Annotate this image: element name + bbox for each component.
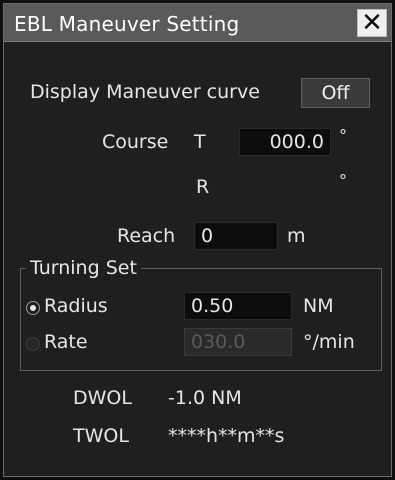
turning-set-legend: Turning Set xyxy=(26,257,141,279)
title-bar: EBL Maneuver Setting ✕ xyxy=(4,4,391,42)
radius-unit: NM xyxy=(303,295,334,317)
rate-radio[interactable] xyxy=(26,337,40,351)
reach-input[interactable]: 0 xyxy=(194,222,278,250)
radius-label[interactable]: Radius xyxy=(44,295,108,317)
course-label: Course xyxy=(102,131,169,153)
course-true-input[interactable]: 000.0 xyxy=(239,128,331,156)
dialog-title: EBL Maneuver Setting xyxy=(14,12,240,36)
radius-input[interactable]: 0.50 xyxy=(184,292,292,320)
course-true-label: T xyxy=(194,131,206,153)
dwol-value: -1.0 NM xyxy=(168,387,242,409)
rate-input[interactable]: 030.0 xyxy=(184,328,292,356)
rate-label[interactable]: Rate xyxy=(44,331,88,353)
ebl-maneuver-setting-dialog: EBL Maneuver Setting ✕ Display Maneuver … xyxy=(3,3,392,477)
rate-unit: °/min xyxy=(303,331,355,353)
twol-value: ****h**m**s xyxy=(168,425,285,447)
display-maneuver-curve-toggle[interactable]: Off xyxy=(301,78,370,108)
twol-label: TWOL xyxy=(73,425,129,447)
course-relative-label: R xyxy=(196,176,210,198)
reach-label: Reach xyxy=(117,225,176,247)
radius-radio[interactable] xyxy=(26,301,40,315)
close-icon: ✕ xyxy=(361,8,383,38)
reach-unit: m xyxy=(287,225,306,247)
dwol-label: DWOL xyxy=(73,387,132,409)
close-button[interactable]: ✕ xyxy=(357,9,387,37)
course-true-unit: ° xyxy=(339,126,347,145)
course-relative-unit: ° xyxy=(339,171,347,190)
display-maneuver-curve-label: Display Maneuver curve xyxy=(30,81,260,103)
